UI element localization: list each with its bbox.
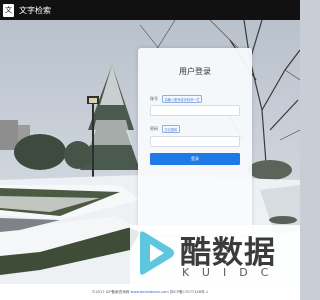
login-card: 用户登录 账号 请输入账号或手机号一栏 密码 忘记密码 登录 — [138, 48, 252, 234]
username-input[interactable] — [150, 105, 240, 116]
username-hint: 请输入账号或手机号一栏 — [162, 95, 203, 103]
footer: ©2017 ICP备案查询网 www.beianbeian.com 苏ICP备1… — [0, 284, 300, 300]
forgot-password-link[interactable]: 忘记密码 — [162, 125, 180, 133]
top-bar: 文 文字检索 — [0, 0, 300, 20]
footer-link[interactable]: www.beianbeian.com — [130, 290, 168, 294]
footer-icp[interactable]: 苏ICP备17077148号-1 — [170, 290, 208, 295]
login-button[interactable]: 登录 — [150, 153, 240, 165]
footer-copyright: ©2017 ICP备案查询网 — [91, 289, 130, 294]
app-title: 文字检索 — [19, 5, 51, 15]
password-label: 密码 — [150, 126, 158, 131]
app-logo-icon: 文 — [3, 3, 14, 17]
play-logo-icon — [140, 231, 174, 275]
username-label: 账号 — [150, 96, 158, 101]
login-title: 用户登录 — [179, 67, 211, 76]
watermark: 酷数据 KUIDC — [130, 225, 300, 284]
watermark-subtitle: KUIDC — [182, 266, 282, 279]
app-logo-glyph: 文 — [5, 5, 12, 14]
password-input[interactable] — [150, 136, 240, 147]
